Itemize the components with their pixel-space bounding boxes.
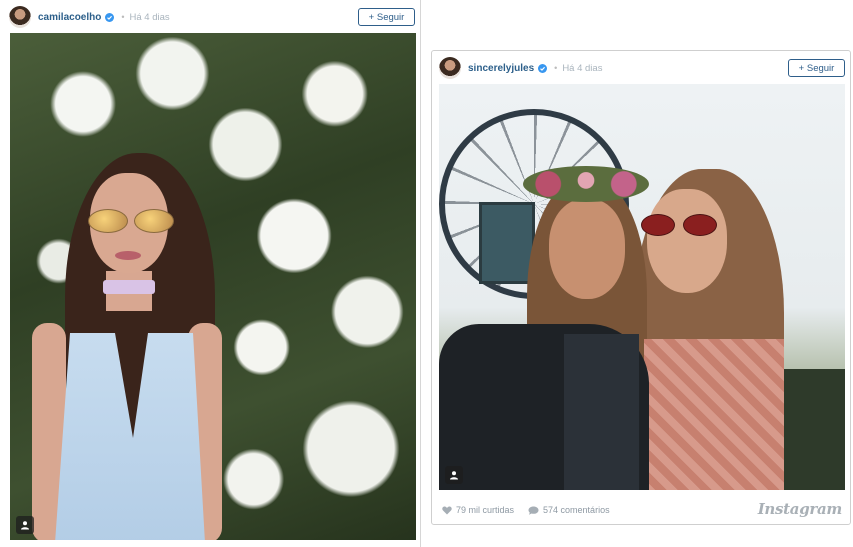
- post-card-sincerelyjules: sincerelyjules • Há 4 dias + Seguir 79 m…: [431, 50, 851, 525]
- post-timestamp[interactable]: Há 4 dias: [562, 63, 602, 74]
- post-footer: 79 mil curtidas 574 comentários Instagra…: [432, 500, 850, 520]
- photo-flower-crown: [523, 166, 649, 202]
- avatar[interactable]: [439, 57, 461, 79]
- comments-count[interactable]: 574 comentários: [528, 505, 610, 515]
- post-header: sincerelyjules • Há 4 dias + Seguir: [432, 53, 850, 83]
- follow-button[interactable]: + Seguir: [358, 8, 415, 26]
- separator-dot: •: [554, 63, 558, 73]
- user-tag-icon[interactable]: [16, 516, 34, 534]
- avatar[interactable]: [9, 6, 31, 28]
- comments-text: 574 comentários: [543, 505, 610, 515]
- separator-dot: •: [121, 12, 125, 22]
- follow-button[interactable]: + Seguir: [788, 59, 845, 77]
- post-card-camilacoelho: camilacoelho • Há 4 dias + Seguir: [0, 0, 421, 547]
- comment-bubble-icon: [528, 506, 539, 515]
- heart-icon: [442, 506, 452, 514]
- instagram-logo[interactable]: Instagram: [758, 500, 843, 518]
- photo-subject-top: [644, 339, 784, 490]
- photo-subject-lips: [115, 251, 141, 260]
- photo-subject-shirt: [564, 334, 639, 490]
- photo-subject-face: [549, 199, 625, 299]
- verified-badge-icon: [538, 63, 548, 73]
- photo-subject-sunglasses: [84, 209, 176, 233]
- post-timestamp[interactable]: Há 4 dias: [130, 12, 170, 23]
- username-link[interactable]: sincerelyjules: [468, 63, 534, 74]
- photo-subject-choker: [103, 280, 155, 294]
- post-photo[interactable]: [10, 33, 416, 540]
- verified-badge-icon: [105, 12, 115, 22]
- username-link[interactable]: camilacoelho: [38, 12, 101, 23]
- photo-subject-sunglasses: [639, 214, 717, 236]
- photo-subject-face: [647, 189, 727, 293]
- photo-screen: [479, 202, 535, 284]
- post-header: camilacoelho • Há 4 dias + Seguir: [0, 2, 420, 32]
- user-tag-icon[interactable]: [445, 466, 463, 484]
- post-photo[interactable]: [439, 84, 845, 490]
- likes-text: 79 mil curtidas: [456, 505, 515, 515]
- likes-count[interactable]: 79 mil curtidas: [442, 505, 514, 515]
